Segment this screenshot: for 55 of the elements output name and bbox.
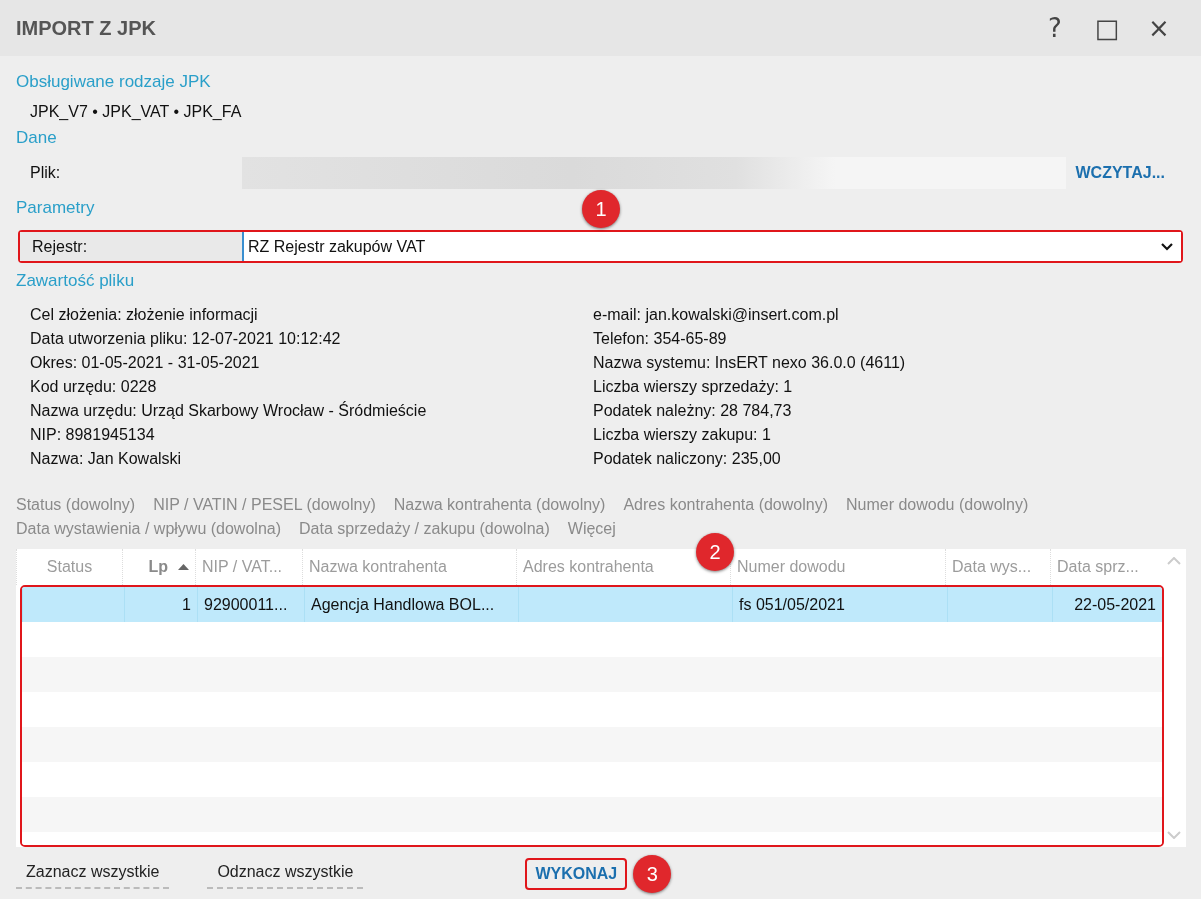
file-info-line: Okres: 01-05-2021 - 31-05-2021 <box>29 353 261 373</box>
column-header[interactable]: Numer dowodu <box>737 558 846 576</box>
column-header[interactable]: Lp <box>148 558 168 576</box>
file-info-line: Nazwa urzędu: Urząd Skarbowy Wrocław - Śródmieście <box>29 400 428 421</box>
column-header[interactable]: Adres kontrahenta <box>523 558 654 576</box>
file-info-line: Kod urzędu: 0228 <box>29 377 158 397</box>
filter-link[interactable]: Status (dowolny) <box>16 493 136 517</box>
jpk-types: JPK_V7 • JPK_VAT • JPK_FA <box>29 102 243 122</box>
column-header[interactable]: Status <box>46 558 93 576</box>
filter-link[interactable]: Nazwa kontrahenta (dowolny) <box>393 493 606 517</box>
deselect-all-link[interactable]: Odznacz wszystkie <box>207 859 364 889</box>
file-info-line: Podatek należny: 28 784,73 <box>593 401 793 421</box>
file-info-line: NIP: 8981945134 <box>29 425 156 445</box>
filter-link[interactable]: Data wystawienia / wpływu (dowolna) <box>16 517 281 541</box>
section-heading: Dane <box>16 127 57 149</box>
filter-link[interactable]: Numer dowodu (dowolny) <box>846 493 1029 517</box>
register-dropdown[interactable]: RZ Rejestr zakupów VAT <box>242 232 1181 261</box>
column-header[interactable]: NIP / VAT... <box>202 558 283 576</box>
filter-link[interactable]: Więcej <box>567 517 616 541</box>
window-title: IMPORT Z JPK <box>16 16 157 40</box>
file-info-line: Nazwa systemu: InsERT nexo 36.0.0 (4611) <box>593 353 907 373</box>
file-info-line: Podatek naliczony: 235,00 <box>593 449 782 469</box>
sort-ascending-icon <box>178 564 189 570</box>
scroll-down-icon[interactable] <box>1167 831 1181 839</box>
column-header[interactable]: Data wys... <box>952 558 1032 576</box>
register-label: Rejestr: <box>20 232 242 261</box>
chevron-down-icon <box>1161 242 1173 251</box>
section-heading: Parametry <box>16 197 95 219</box>
maximize-button[interactable]: □ <box>1081 13 1133 43</box>
section-heading: Obsługiwane rodzaje JPK <box>16 71 211 93</box>
file-info-line: Liczba wierszy zakupu: 1 <box>593 425 772 445</box>
table-row[interactable]: 1 92900011... Agencja Handlowa BOL... fs 051/05/2021 22-05-2021 <box>22 587 1162 622</box>
close-button[interactable]: × <box>1133 13 1185 43</box>
select-all-link[interactable]: Zaznacz wszystkie <box>16 859 170 889</box>
file-label: Plik: <box>29 164 62 182</box>
help-button[interactable]: ? <box>1029 13 1081 43</box>
section-heading: Zawartość pliku <box>16 270 135 292</box>
filter-link[interactable]: Data sprzedaży / zakupu (dowolna) <box>299 517 550 541</box>
callout-badge: 1 <box>582 190 620 228</box>
load-button[interactable]: WCZYTAJ... <box>1065 164 1175 182</box>
file-info-line: Telefon: 354-65-89 <box>593 329 728 349</box>
file-path-field[interactable] <box>242 157 1066 189</box>
filter-link[interactable]: Adres kontrahenta (dowolny) <box>623 493 828 517</box>
callout-badge: 3 <box>633 855 672 893</box>
column-header[interactable]: Data sprz... <box>1057 558 1139 576</box>
scroll-up-icon[interactable] <box>1167 557 1181 565</box>
callout-badge: 2 <box>696 533 734 571</box>
column-header[interactable]: Nazwa kontrahenta <box>309 558 447 576</box>
file-info-line: Data utworzenia pliku: 12-07-2021 10:12:42 <box>29 329 342 349</box>
file-info-line: e-mail: jan.kowalski@insert.com.pl <box>593 305 840 325</box>
execute-button[interactable]: WYKONAJ <box>525 858 628 890</box>
file-info-line: Cel złożenia: złożenie informacji <box>29 305 259 325</box>
file-info-line: Liczba wierszy sprzedaży: 1 <box>593 377 794 397</box>
filter-link[interactable]: NIP / VATIN / PESEL (dowolny) <box>153 493 376 517</box>
file-info-line: Nazwa: Jan Kowalski <box>29 449 183 469</box>
